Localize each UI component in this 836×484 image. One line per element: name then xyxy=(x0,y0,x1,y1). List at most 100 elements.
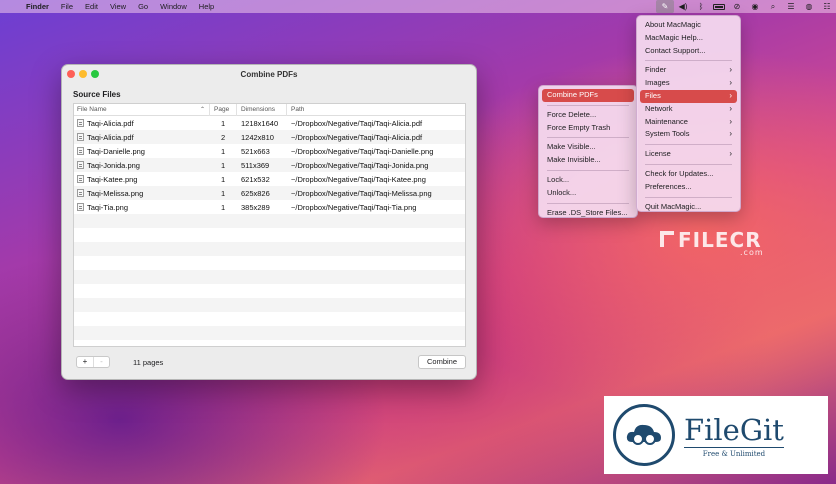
cell-page: 1 xyxy=(221,188,226,198)
menu-item-network[interactable]: Network › xyxy=(640,103,737,116)
files-menu-item-force-delete[interactable]: Force Delete... xyxy=(542,109,634,122)
menu-separator xyxy=(547,104,629,106)
menu-separator xyxy=(547,169,629,171)
cell-dimensions: 511x369 xyxy=(241,160,270,170)
files-menu-item-make-invisible[interactable]: Make Invisible... xyxy=(542,154,634,167)
filegit-subtitle: Free & Unlimited xyxy=(684,446,784,458)
files-menu-item-make-visible[interactable]: Make Visible... xyxy=(542,141,634,154)
menu-item-check-for-updates[interactable]: Check for Updates... xyxy=(640,168,737,181)
cell-file-name: Taqi-Tia.png xyxy=(74,203,210,212)
menu-item-contact-support[interactable]: Contact Support... xyxy=(640,45,737,58)
menu-item-quit-macmagic[interactable]: Quit MacMagic... xyxy=(640,201,737,214)
column-header-path[interactable]: Path xyxy=(287,104,465,116)
notification-icon[interactable]: ☷ xyxy=(818,0,836,13)
menu-edit[interactable]: Edit xyxy=(85,2,98,11)
menu-separator xyxy=(547,137,629,139)
table-row[interactable]: Taqi-Danielle.png 1 521x663 ~/Dropbox/Negat… xyxy=(74,144,465,158)
table-row[interactable]: Taqi-Melissa.png 1 625x826 ~/Dropbox/Negati… xyxy=(74,186,465,200)
wifi-off-icon[interactable]: ⊘ xyxy=(728,0,746,13)
menu-help[interactable]: Help xyxy=(199,2,214,11)
document-icon xyxy=(77,119,84,127)
table-row[interactable]: Taqi-Jonida.png 1 511x369 ~/Dropbox/Negativ… xyxy=(74,158,465,172)
volume-icon[interactable]: ◀) xyxy=(674,0,692,13)
minimize-window-button[interactable] xyxy=(79,70,87,78)
menu-item-license[interactable]: License › xyxy=(640,148,737,161)
close-window-button[interactable] xyxy=(67,70,75,78)
menu-app-finder[interactable]: Finder xyxy=(26,2,49,11)
menu-go[interactable]: Go xyxy=(138,2,148,11)
menu-item-system-tools[interactable]: System Tools › xyxy=(640,128,737,141)
combine-button[interactable]: Combine xyxy=(417,355,466,369)
table-row[interactable]: Taqi-Katee.png 1 621x532 ~/Dropbox/Negative… xyxy=(74,172,465,186)
remove-file-button[interactable]: - xyxy=(93,357,109,367)
empty-row xyxy=(74,312,465,326)
search-icon[interactable]: ⌕ xyxy=(764,0,782,13)
cell-page: 1 xyxy=(221,118,226,128)
files-menu-item-erase-ds-store-files[interactable]: Erase .DS_Store Files... xyxy=(542,207,634,220)
status-area: ✎ ◀) ᛒ ⊘ ◉ ⌕ ☰ ◍ ☷ xyxy=(656,0,836,13)
menu-item-files[interactable]: Files › xyxy=(640,89,737,103)
menu-item-maintenance[interactable]: Maintenance › xyxy=(640,116,737,129)
empty-row xyxy=(74,228,465,242)
table-row[interactable]: Taqi-Alicia.pdf 1 1218x1640 ~/Dropbox/Negat… xyxy=(74,116,465,130)
cell-path: ~/Dropbox/Negative/Taqi/Taqi-Melissa.png xyxy=(291,188,432,198)
files-menu-item-lock[interactable]: Lock... xyxy=(542,174,634,187)
siri-icon[interactable]: ◍ xyxy=(800,0,818,13)
files-menu-item-force-empty-trash[interactable]: Force Empty Trash xyxy=(542,122,634,135)
filecr-logo-icon xyxy=(660,231,674,247)
menu-item-about-macmagic[interactable]: About MacMagic xyxy=(640,19,737,32)
column-header-page[interactable]: Page xyxy=(210,104,237,116)
column-header-dimensions[interactable]: Dimensions xyxy=(237,104,287,116)
cell-page: 1 xyxy=(221,146,226,156)
battery-icon[interactable] xyxy=(710,0,728,13)
source-files-table: File Name ⌃ Page Dimensions Path Taqi-Al… xyxy=(73,103,466,347)
table-row[interactable]: Taqi-Tia.png 1 385x289 ~/Dropbox/Negative/T… xyxy=(74,200,465,214)
source-files-label: Source Files xyxy=(73,90,121,99)
chevron-right-icon: › xyxy=(729,129,732,139)
cell-path: ~/Dropbox/Negative/Taqi/Taqi-Alicia.pdf xyxy=(291,118,423,128)
document-icon xyxy=(77,189,84,197)
empty-row xyxy=(74,298,465,312)
menu-window[interactable]: Window xyxy=(160,2,187,11)
menu-separator xyxy=(645,144,732,146)
menu-separator xyxy=(645,196,732,198)
cell-dimensions: 625x826 xyxy=(241,188,270,198)
cell-file-name: Taqi-Danielle.png xyxy=(74,147,210,156)
menu-file[interactable]: File xyxy=(61,2,73,11)
bluetooth-icon[interactable]: ᛒ xyxy=(692,0,710,13)
empty-row xyxy=(74,214,465,228)
menu-item-finder[interactable]: Finder › xyxy=(640,64,737,77)
add-file-button[interactable]: + xyxy=(77,357,93,367)
menu-item-preferences[interactable]: Preferences... xyxy=(640,181,737,194)
menu-view[interactable]: View xyxy=(110,2,126,11)
table-row[interactable]: Taqi-Alicia.pdf 2 1242x810 ~/Dropbox/Negati… xyxy=(74,130,465,144)
filegit-title: FileGit xyxy=(684,412,784,447)
menu-separator xyxy=(547,202,629,204)
magic-wand-icon[interactable]: ✎ xyxy=(656,0,674,13)
empty-row xyxy=(74,256,465,270)
cell-dimensions: 621x532 xyxy=(241,174,270,184)
menu-item-images[interactable]: Images › xyxy=(640,77,737,90)
empty-row xyxy=(74,242,465,256)
page-count: 11 pages xyxy=(133,357,164,367)
cell-file-name: Taqi-Jonida.png xyxy=(74,161,210,170)
empty-row xyxy=(74,326,465,340)
empty-row xyxy=(74,270,465,284)
cell-dimensions: 521x663 xyxy=(241,146,270,156)
user-icon[interactable]: ◉ xyxy=(746,0,764,13)
files-menu-item-combine-pdfs[interactable]: Combine PDFs xyxy=(542,89,634,102)
title-bar[interactable]: Combine PDFs xyxy=(62,65,476,83)
menu-item-macmagic-help[interactable]: MacMagic Help... xyxy=(640,32,737,45)
cell-path: ~/Dropbox/Negative/Taqi/Taqi-Jonida.png xyxy=(291,160,429,170)
empty-row xyxy=(74,284,465,298)
zoom-window-button[interactable] xyxy=(91,70,99,78)
chevron-right-icon: › xyxy=(729,103,732,113)
document-icon xyxy=(77,161,84,169)
control-center-icon[interactable]: ☰ xyxy=(782,0,800,13)
sort-ascending-icon: ⌃ xyxy=(199,106,205,113)
column-header-file-name[interactable]: File Name ⌃ xyxy=(74,104,210,116)
window-title: Combine PDFs xyxy=(240,69,298,79)
document-icon xyxy=(77,133,84,141)
files-menu-item-unlock[interactable]: Unlock... xyxy=(542,187,634,200)
macmagic-menu: About MacMagic MacMagic Help... Contact Su… xyxy=(636,15,741,212)
